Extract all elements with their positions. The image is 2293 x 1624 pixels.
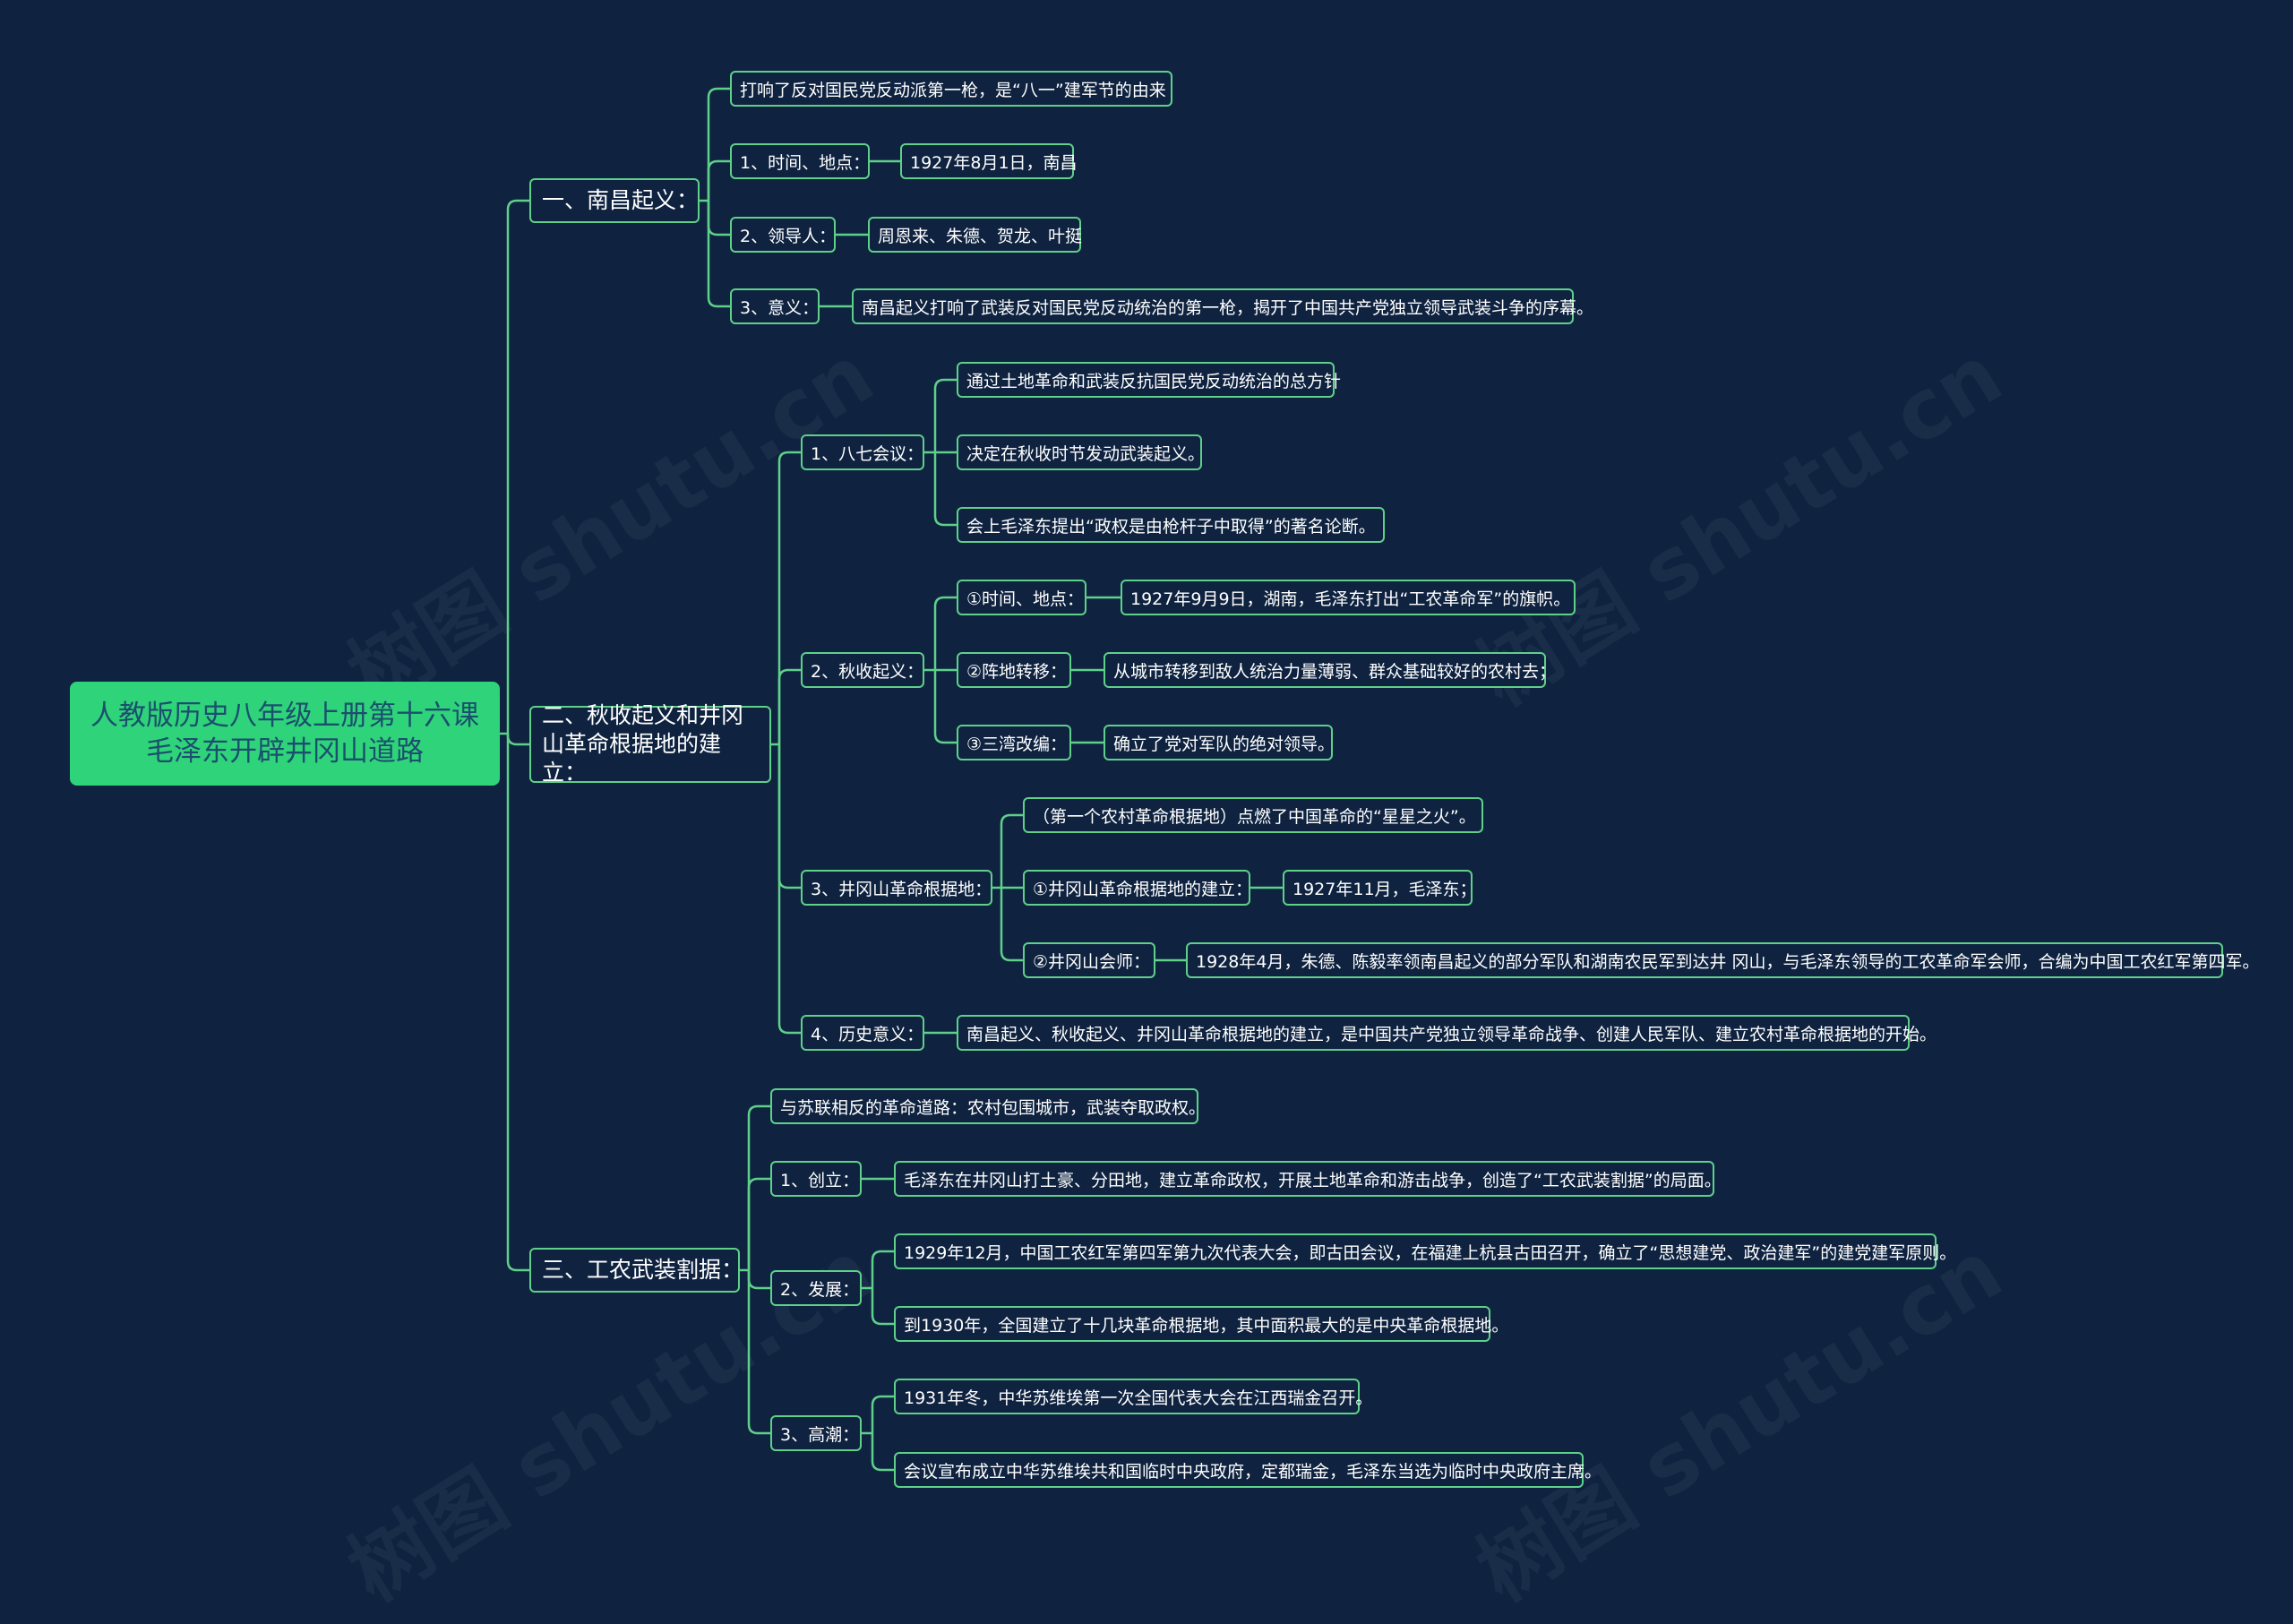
leaf-position-shift[interactable]: 从城市转移到敌人统治力量薄弱、群众基础较好的农村去； [1104, 652, 1556, 688]
leaf-general-policy[interactable]: 通过土地革命和武装反抗国民党反动统治的总方针 [957, 362, 1341, 398]
item-jinggangshan-meeting[interactable]: ②井冈山会师： [1023, 942, 1155, 978]
leaf-founding[interactable]: 毛泽东在井冈山打土豪、分田地，建立革命政权，开展土地革命和游击战争，创造了“工农… [894, 1161, 1722, 1197]
leaf-base-areas-1930[interactable]: 到1930年，全国建立了十几块革命根据地，其中面积最大的是中央革命根据地。 [894, 1306, 1508, 1342]
topic-autumn-harvest-jinggangshan[interactable]: 二、秋收起义和井冈山革命根据地的建立： [529, 702, 771, 786]
item-position-shift[interactable]: ②阵地转移： [957, 652, 1071, 688]
item-time-place[interactable]: ①时间、地点： [957, 580, 1086, 615]
subtopic-climax[interactable]: 3、高潮： [770, 1415, 862, 1451]
leaf-time-place[interactable]: 1927年8月1日，南昌 [900, 143, 1078, 179]
connector-branch [777, 451, 801, 744]
leaf-first-soviet-congress[interactable]: 1931年冬，中华苏维埃第一次全国代表大会在江西瑞金召开。 [894, 1379, 1372, 1414]
connector-branch [747, 1270, 770, 1290]
leaf-provisional-government[interactable]: 会议宣布成立中华苏维埃共和国临时中央政府，定都瑞金，毛泽东当选为临时中央政府主席… [894, 1452, 1602, 1488]
subtopic-founding[interactable]: 1、创立： [770, 1161, 862, 1197]
connector-branch [871, 1433, 894, 1472]
leaf-historical-significance[interactable]: 南昌起义、秋收起义、井冈山革命根据地的建立，是中国共产党独立领导革命战争、创建人… [957, 1015, 1937, 1051]
connector-branch [871, 1288, 894, 1326]
subtopic-first-shot[interactable]: 打响了反对国民党反动派第一枪，是“八一”建军节的由来 [730, 71, 1172, 107]
subtopic-development[interactable]: 2、发展： [770, 1270, 862, 1306]
root-title-line1: 人教版历史八年级上册第十六课 [90, 700, 479, 732]
subtopic-significance[interactable]: 3、意义： [730, 288, 820, 324]
connector-branch [1000, 813, 1023, 888]
leaf-gutian-conference[interactable]: 1929年12月，中国工农红军第四军第九次代表大会，即古田会议，在福建上杭县古田… [894, 1233, 1956, 1269]
leaf-autumn-uprising-decision[interactable]: 决定在秋收时节发动武装起义。 [957, 434, 1205, 470]
connector-branch [707, 201, 730, 308]
subtopic-august-seventh-meeting[interactable]: 1、八七会议： [801, 434, 924, 470]
subtopic-historical-significance[interactable]: 4、历史意义： [801, 1015, 924, 1051]
leaf-jinggangshan-meeting[interactable]: 1928年4月，朱德、陈毅率领南昌起义的部分军队和湖南农民军到达井 冈山，与毛泽… [1186, 942, 2260, 978]
root-topic[interactable]: 人教版历史八年级上册第十六课 毛泽东开辟井冈山道路 [70, 682, 500, 786]
connector-branch [777, 744, 801, 889]
leaf-single-spark[interactable]: （第一个农村革命根据地）点燃了中国革命的“星星之火”。 [1023, 797, 1483, 833]
connector-branch [506, 734, 529, 746]
topic-armed-separatism[interactable]: 三、工农武装割据： [529, 1248, 743, 1293]
connector-branch [871, 1395, 894, 1433]
connector-branch [747, 1270, 770, 1435]
subtopic-jinggangshan-base[interactable]: 3、井冈山革命根据地： [801, 870, 992, 906]
leaf-gun-barrel-thesis[interactable]: 会上毛泽东提出“政权是由枪杆子中取得”的著名论断。 [957, 507, 1385, 543]
subtopic-autumn-harvest-uprising[interactable]: 2、秋收起义： [801, 652, 924, 688]
connector-branch [506, 734, 529, 1272]
subtopic-revolutionary-road[interactable]: 与苏联相反的革命道路：农村包围城市，武装夺取政权。 [770, 1088, 1206, 1124]
connector-branch [1000, 888, 1023, 962]
connector-branch [506, 199, 529, 734]
connector-branch [707, 87, 730, 201]
connector-branch [707, 159, 730, 201]
connector-branch [933, 670, 957, 744]
connector-branch [777, 668, 801, 744]
connector-branch [933, 452, 957, 527]
topic-nanchang-uprising[interactable]: 一、南昌起义： [529, 178, 700, 223]
leaf-sanwan-reorganization[interactable]: 确立了党对军队的绝对领导。 [1104, 725, 1335, 760]
leaf-autumn-time-place[interactable]: 1927年9月9日，湖南，毛泽东打出“工农革命军”的旗帜。 [1121, 580, 1576, 615]
connector-branch [933, 596, 957, 670]
connector-branch [707, 201, 730, 236]
mind-map-canvas: 树图 shutu.cn 树图 shutu.cn 树图 shutu.cn 树图 s… [0, 0, 2293, 1620]
item-sanwan-reorganization[interactable]: ③三湾改编： [957, 725, 1071, 760]
leaf-base-establishment[interactable]: 1927年11月，毛泽东； [1283, 870, 1477, 906]
leaf-leaders[interactable]: 周恩来、朱德、贺龙、叶挺 [868, 217, 1082, 253]
connector-branch [747, 1177, 770, 1270]
item-base-establishment[interactable]: ①井冈山革命根据地的建立： [1023, 870, 1252, 906]
connector-branch [933, 378, 957, 452]
leaf-significance[interactable]: 南昌起义打响了武装反对国民党反动统治的第一枪，揭开了中国共产党独立领导武装斗争的… [852, 288, 1593, 324]
root-title-line2: 毛泽东开辟井冈山道路 [146, 735, 424, 768]
connector-branch [871, 1250, 894, 1288]
subtopic-leaders[interactable]: 2、领导人： [730, 217, 836, 253]
subtopic-time-place[interactable]: 1、时间、地点： [730, 143, 870, 179]
connector-branch [747, 1104, 770, 1270]
